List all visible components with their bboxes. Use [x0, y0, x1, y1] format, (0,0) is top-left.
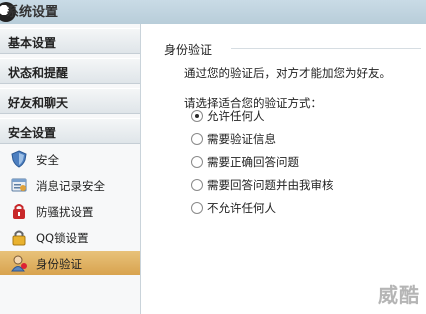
- anti-harass-icon: [13, 204, 25, 219]
- sidebar-item-label: QQ锁设置: [36, 231, 89, 245]
- sidebar-item-label: 安全: [36, 153, 59, 167]
- option-label: 不允许任何人: [207, 201, 276, 215]
- option-label: 需要正确回答问题: [207, 155, 299, 169]
- sidebar-category-security[interactable]: 安全设置: [0, 118, 140, 144]
- sidebar-category-label: 状态和提醒: [8, 66, 69, 80]
- settings-panel: 身份验证 通过您的验证后，对方才能加您为好友。 请选择适合您的验证方式： 允许任…: [141, 24, 426, 314]
- section-divider: [231, 48, 421, 49]
- sidebar-category-label: 安全设置: [8, 126, 57, 140]
- sidebar-category-label: 好友和聊天: [8, 96, 69, 110]
- radio-button[interactable]: [191, 202, 203, 214]
- option-label: 需要回答问题并由我审核: [207, 178, 334, 192]
- sidebar-item-qq-lock[interactable]: QQ锁设置: [0, 225, 140, 249]
- sidebar-item-label: 身份验证: [36, 257, 82, 271]
- sidebar-item-anti-harass[interactable]: 防骚扰设置: [0, 199, 140, 223]
- sidebar-item-label: 消息记录安全: [36, 179, 105, 193]
- radio-button[interactable]: [191, 110, 203, 122]
- sidebar-item-identity-verify[interactable]: 身份验证: [0, 251, 140, 275]
- sidebar-category-label: 基本设置: [8, 36, 57, 50]
- user-verify-icon: [11, 255, 27, 272]
- shield-icon: [11, 150, 27, 168]
- window-title: 系统设置: [6, 5, 59, 20]
- lock-icon: [12, 230, 26, 246]
- sidebar-item-message-log[interactable]: 消息记录安全: [0, 173, 140, 197]
- radio-button[interactable]: [191, 156, 203, 168]
- sidebar-item-security[interactable]: 安全: [0, 147, 140, 171]
- option-label: 允许任何人: [207, 109, 265, 123]
- sidebar: 基本设置 状态和提醒 好友和聊天 安全设置 安全 消息记录安全 防骚扰设置 QQ…: [0, 24, 141, 314]
- watermark: 威酷: [378, 283, 420, 307]
- section-title: 身份验证: [164, 43, 213, 57]
- option-label: 需要验证信息: [207, 132, 276, 146]
- radio-button[interactable]: [191, 133, 203, 145]
- message-log-icon: [11, 178, 27, 192]
- sidebar-item-label: 防骚扰设置: [36, 205, 94, 219]
- verification-description: 通过您的验证后，对方才能加您为好友。: [184, 66, 391, 80]
- sidebar-category-status[interactable]: 状态和提醒: [0, 58, 140, 84]
- sidebar-category-friends-chat[interactable]: 好友和聊天: [0, 88, 140, 114]
- radio-button[interactable]: [191, 179, 203, 191]
- title-bar: 系统设置: [0, 0, 426, 24]
- sidebar-category-basic[interactable]: 基本设置: [0, 28, 140, 54]
